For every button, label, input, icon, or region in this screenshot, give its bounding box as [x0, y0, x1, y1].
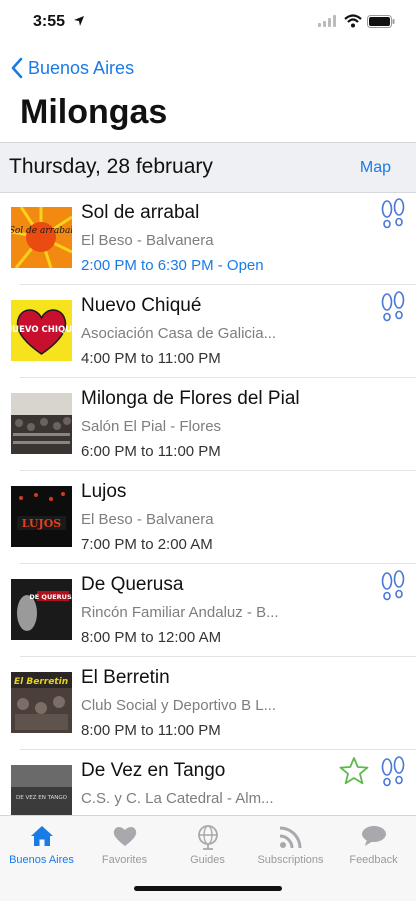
milonga-thumbnail: El Berretin [11, 672, 72, 733]
footprints-icon[interactable] [380, 290, 406, 326]
star-icon[interactable] [338, 756, 370, 786]
heart-icon [113, 827, 136, 846]
milonga-thumbnail: LUJOS [11, 486, 72, 547]
milonga-row[interactable]: Sol de arrabal Sol de arrabal El Beso - … [0, 192, 416, 285]
milonga-row[interactable]: El Berretin El Berretin Club Social y De… [0, 657, 416, 750]
milonga-time: 2:00 PM to 6:30 PM - Open [81, 257, 264, 274]
back-button[interactable]: Buenos Aires [10, 55, 134, 81]
wifi-icon [344, 14, 362, 28]
milonga-thumbnail [11, 393, 72, 454]
milonga-time: 6:00 PM to 11:00 PM [81, 443, 221, 460]
milonga-thumbnail: Sol de arrabal [11, 207, 72, 268]
tab-buenos-aires[interactable]: Buenos Aires [0, 816, 83, 876]
thumb-text: LUJOS [22, 517, 62, 530]
milonga-name: Milonga de Flores del Pial [81, 388, 300, 409]
milonga-venue: Club Social y Deportivo B L... [81, 697, 277, 714]
location-arrow-icon [74, 16, 84, 26]
milonga-name: Sol de arrabal [81, 202, 200, 223]
tab-subscriptions[interactable]: Subscriptions [249, 816, 332, 876]
thumb-text: DE QUERUSA [29, 593, 72, 601]
milonga-time: 8:00 PM to 12:00 AM [81, 629, 222, 646]
page-title: Milongas [20, 93, 168, 131]
milonga-venue: C.S. y C. La Catedral - Alm... [81, 790, 274, 807]
thumb-text: El Berretin [14, 677, 68, 687]
milonga-name: El Berretin [81, 667, 170, 688]
milonga-venue: Rincón Familiar Andaluz - B... [81, 604, 279, 621]
battery-icon [367, 15, 395, 28]
chevron-left-icon [11, 57, 23, 79]
milonga-venue: Asociación Casa de Galicia... [81, 325, 277, 342]
milonga-thumbnail: DE QUERUSA [11, 579, 72, 640]
footprints-icon[interactable] [380, 197, 406, 233]
chat-icon [361, 826, 386, 846]
tab-label: Feedback [349, 854, 398, 866]
thumb-text: NUEVO CHIQUE [11, 325, 72, 335]
tab-guides[interactable]: Guides [166, 816, 249, 876]
home-icon [30, 826, 53, 846]
status-time: 3:55 [33, 13, 66, 30]
tab-label: Subscriptions [257, 854, 324, 866]
rss-icon [279, 826, 301, 849]
tab-label: Favorites [101, 854, 148, 866]
footprints-icon[interactable] [380, 755, 406, 791]
milonga-time: 8:00 PM to 11:00 PM [81, 722, 221, 739]
milonga-name: Nuevo Chiqué [81, 295, 202, 316]
tab-label: Guides [190, 854, 225, 866]
section-header: Thursday, 28 february Map [0, 142, 416, 193]
thumb-text: Sol de arrabal [11, 226, 72, 236]
milonga-time: 4:00 PM to 11:00 PM [81, 350, 221, 367]
map-button[interactable]: Map [360, 159, 391, 177]
back-label: Buenos Aires [28, 57, 135, 78]
milonga-name: Lujos [81, 481, 127, 502]
status-bar: 3:55 [0, 0, 416, 44]
tab-feedback[interactable]: Feedback [332, 816, 415, 876]
milonga-venue: Salón El Pial - Flores [81, 418, 222, 435]
milonga-list: Sol de arrabal Sol de arrabal El Beso - … [0, 192, 416, 843]
milonga-row[interactable]: LUJOS Lujos El Beso - Balvanera 7:00 PM … [0, 471, 416, 564]
thumb-text: DE VEZ EN TANGO [16, 795, 68, 801]
home-indicator [134, 886, 282, 891]
cellular-signal-icon [318, 15, 336, 27]
milonga-row[interactable]: Milonga de Flores del Pial Salón El Pial… [0, 378, 416, 471]
milonga-time: 7:00 PM to 2:00 AM [81, 536, 213, 553]
globe-icon [197, 825, 218, 850]
milonga-row[interactable]: DE QUERUSA De Querusa Rincón Familiar An… [0, 564, 416, 657]
milonga-venue: El Beso - Balvanera [81, 511, 214, 528]
milonga-row[interactable]: NUEVO CHIQUE Nuevo Chiqué Asociación Cas… [0, 285, 416, 378]
tab-favorites[interactable]: Favorites [83, 816, 166, 876]
milonga-name: De Vez en Tango [81, 760, 226, 781]
milonga-name: De Querusa [81, 574, 184, 595]
tab-label: Buenos Aires [9, 854, 74, 866]
footprints-icon[interactable] [380, 569, 406, 605]
milonga-thumbnail: NUEVO CHIQUE [11, 300, 72, 361]
milonga-venue: El Beso - Balvanera [81, 232, 214, 249]
section-date: Thursday, 28 february [9, 155, 213, 178]
